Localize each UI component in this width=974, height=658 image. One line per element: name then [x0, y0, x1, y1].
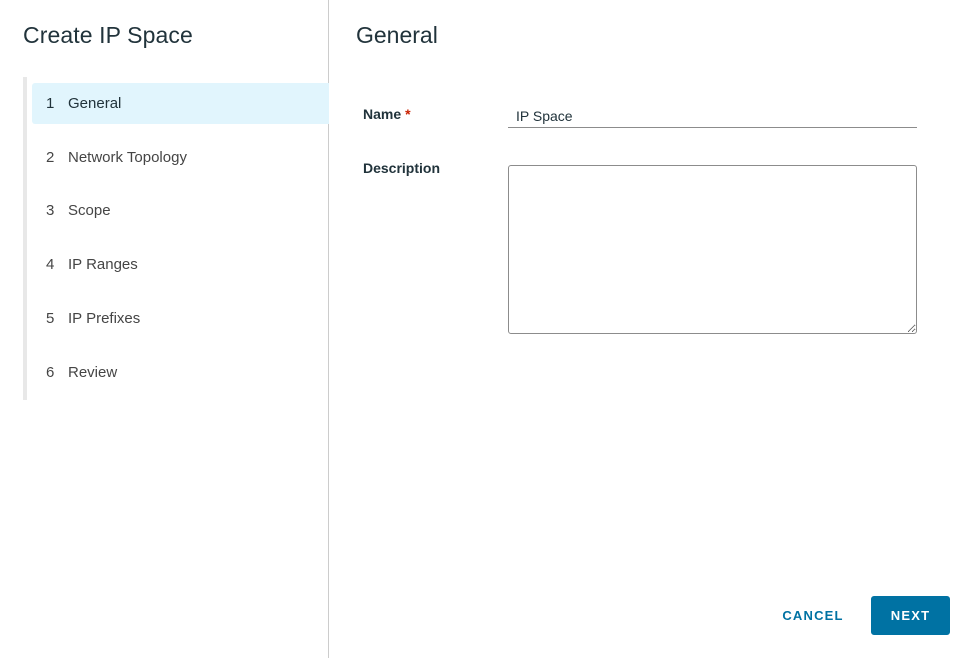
step-number: 5 — [46, 310, 55, 327]
step-number: 2 — [46, 149, 55, 166]
step-label: General — [68, 95, 122, 112]
create-ip-space-wizard: Create IP Space 1 General 2 Network Topo… — [0, 0, 974, 658]
step-network-topology[interactable]: 2 Network Topology — [32, 137, 329, 178]
step-ip-prefixes[interactable]: 5 IP Prefixes — [32, 298, 329, 339]
step-label: Scope — [68, 202, 111, 219]
step-number: 3 — [46, 202, 55, 219]
step-label: IP Prefixes — [68, 310, 141, 327]
step-scope[interactable]: 3 Scope — [32, 190, 329, 231]
name-input[interactable] — [508, 104, 917, 128]
wizard-content-panel: General Name* Description CANCEL NEXT — [330, 0, 974, 658]
step-general[interactable]: 1 General — [32, 83, 329, 124]
name-label-text: Name — [363, 106, 402, 122]
name-label: Name * — [363, 106, 411, 122]
required-marker: * — [405, 106, 411, 122]
description-label: Description — [363, 160, 441, 176]
section-title: General — [356, 22, 438, 48]
step-number: 1 — [46, 95, 55, 112]
cancel-button[interactable]: CANCEL — [771, 596, 855, 635]
step-number: 4 — [46, 256, 55, 273]
step-label: IP Ranges — [68, 256, 138, 273]
step-ip-ranges[interactable]: 4 IP Ranges — [32, 244, 329, 285]
next-button[interactable]: NEXT — [871, 596, 950, 635]
wizard-step-list: 1 General 2 Network Topology 3 Scope 4 I… — [23, 77, 329, 400]
step-review[interactable]: 6 Review — [32, 352, 329, 393]
wizard-stepper-panel: Create IP Space 1 General 2 Network Topo… — [0, 0, 329, 658]
step-label: Review — [68, 364, 118, 381]
step-label: Network Topology — [68, 149, 187, 166]
description-textarea[interactable] — [508, 165, 917, 334]
step-number: 6 — [46, 364, 55, 381]
wizard-title: Create IP Space — [23, 22, 193, 48]
